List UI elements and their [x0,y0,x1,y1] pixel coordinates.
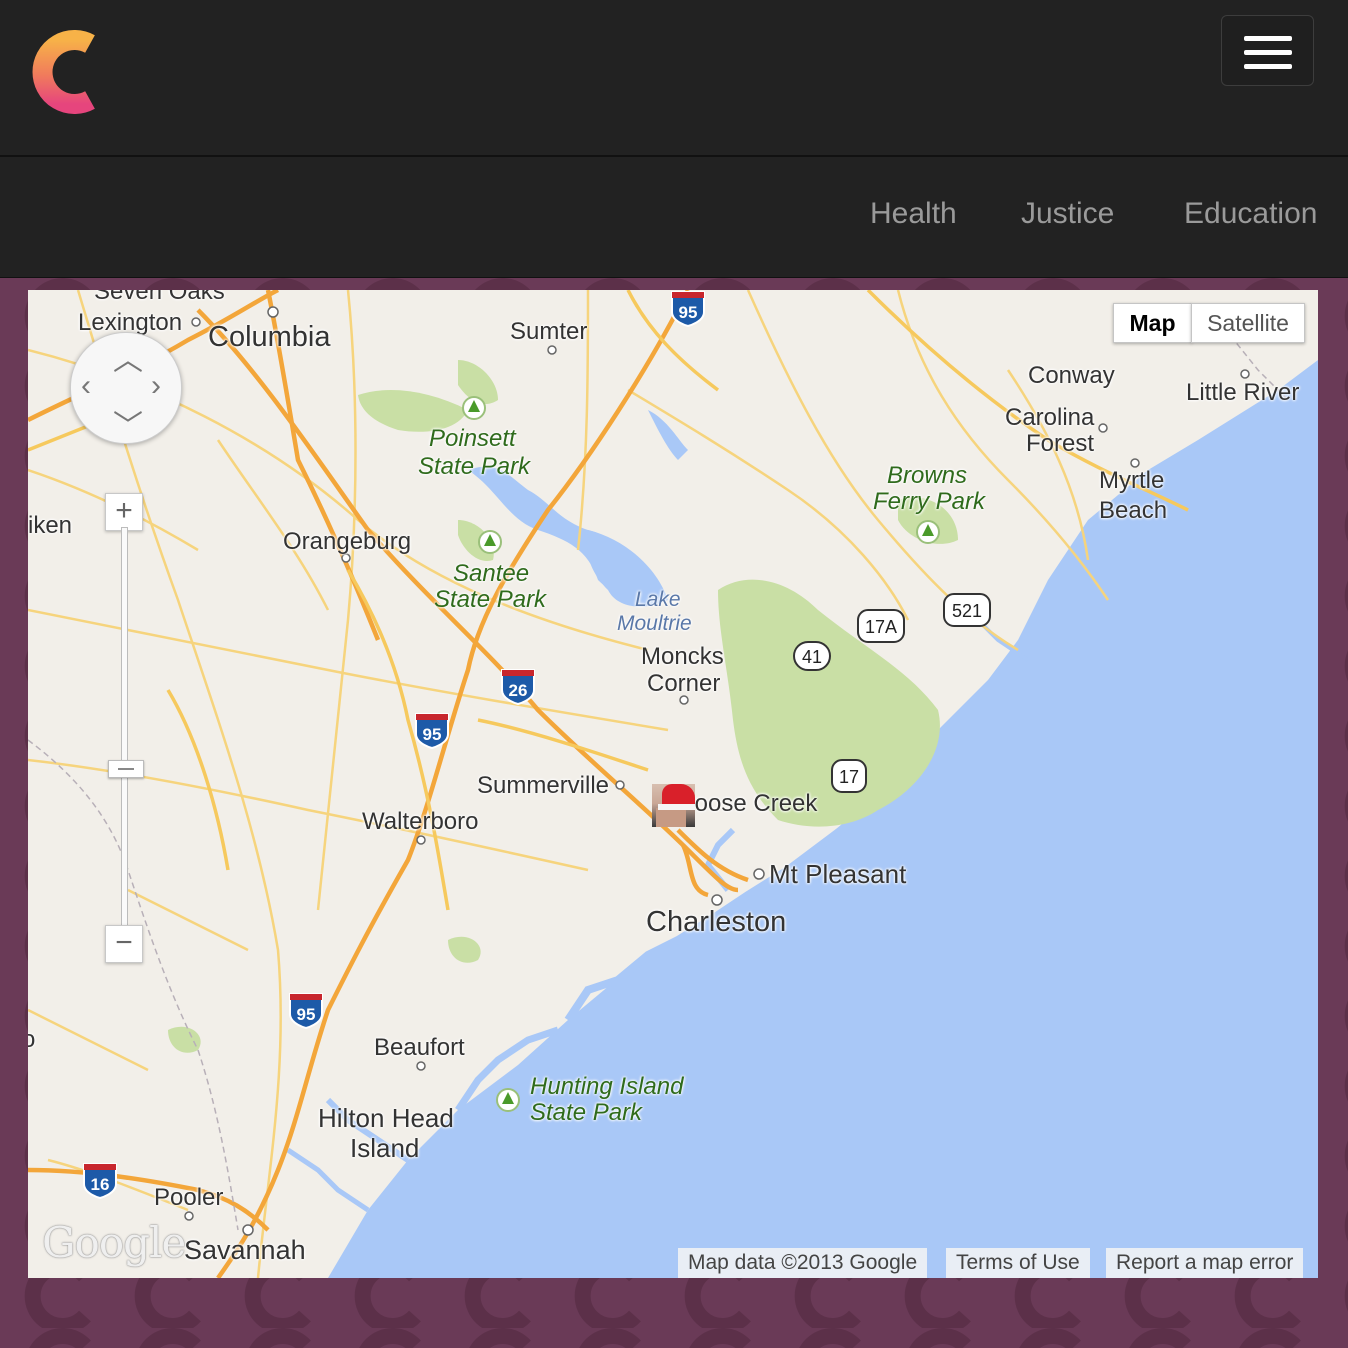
label-hunting-state-park: State Park [530,1099,643,1126]
label-santee: Santee [453,560,530,587]
svg-text:26: 26 [509,681,528,700]
label-island: Island [350,1133,420,1163]
i26-shield: 26 [501,669,535,706]
label-columbia: Columbia [208,321,331,353]
svg-text:16: 16 [91,1175,110,1194]
svg-text:95: 95 [423,725,442,744]
us17-shield: 17 [831,759,867,793]
nav-link-health[interactable]: Health [870,197,957,231]
label-santee-state-park: State Park [434,586,547,613]
i95-low-shield: 95 [289,993,323,1030]
hamburger-menu-button[interactable] [1221,15,1314,86]
label-forest: Forest [1026,430,1095,457]
label-ferry-park: Ferry Park [873,488,986,515]
nav-bar: Health Justice Education [0,157,1348,278]
zoom-in-button[interactable]: + [105,493,143,531]
label-beach: Beach [1099,497,1168,524]
label-poinsett-state-park: State Park [418,453,531,480]
map-data-attribution: Map data ©2013 Google [678,1248,928,1278]
hamburger-menu-icon [1244,36,1292,41]
label-beaufort: Beaufort [374,1034,465,1061]
label-conway: Conway [1028,362,1115,389]
us521-shield: 521 [943,593,991,627]
c-logo-icon[interactable] [28,30,96,114]
zoom-slider-track[interactable] [121,527,128,929]
label-seven-oaks: Seven Oaks [94,290,225,305]
zoom-out-button[interactable]: − [105,925,143,963]
label-carolina: Carolina [1005,404,1095,431]
pan-right-icon[interactable]: › [151,369,161,403]
label-sumter: Sumter [510,318,588,345]
i95-mid-shield: 95 [415,713,449,750]
label-walterboro: Walterboro [362,808,479,835]
label-pooler: Pooler [154,1184,224,1211]
us17a-shield: 17A [857,609,905,643]
label-charleston: Charleston [646,906,787,938]
map-type-map-button[interactable]: Map [1113,303,1192,343]
label-mt-pleasant: Mt Pleasant [769,859,907,889]
label-goose-creek: Goose Creek [676,790,818,817]
pan-down-icon[interactable]: ﹀ [113,401,143,445]
label-moultrie: Moultrie [617,612,692,635]
label-little-river: Little River [1186,379,1300,406]
pan-left-icon[interactable]: ‹ [81,369,91,403]
svg-text:17A: 17A [865,617,897,637]
label-lake: Lake [635,588,681,611]
svg-text:41: 41 [802,647,822,667]
sc41-shield: 41 [793,641,831,671]
map-type-satellite-button[interactable]: Satellite [1191,303,1305,343]
google-map[interactable]: 95 26 95 95 16 17A 521 17 41 Seven Oaks … [28,290,1318,1278]
nav-link-education[interactable]: Education [1184,197,1317,231]
label-savannah: Savannah [184,1235,306,1265]
svg-text:521: 521 [952,601,982,621]
label-corner: Corner [647,670,721,697]
label-moncks: Moncks [641,643,724,670]
svg-text:95: 95 [679,303,698,322]
pan-up-icon[interactable]: ︿ [113,335,143,379]
label-edge-o: o [28,1026,36,1053]
label-browns: Browns [887,462,968,489]
google-logo[interactable]: Google [42,1218,186,1267]
terms-of-use-link[interactable]: Terms of Use [946,1248,1090,1278]
report-map-error-link[interactable]: Report a map error [1106,1248,1304,1278]
zoom-slider-handle[interactable] [108,760,144,778]
i95-top-shield: 95 [671,291,705,328]
label-myrtle: Myrtle [1099,467,1165,494]
top-header [0,0,1348,157]
label-summerville: Summerville [477,772,610,799]
label-poinsett: Poinsett [429,425,516,452]
label-hunting-island: Hunting Island [530,1073,684,1100]
user-avatar-marker[interactable] [652,784,695,827]
pan-control[interactable]: ︿ ‹ › ﹀ [70,332,182,444]
svg-text:17: 17 [839,767,859,787]
label-orangeburg: Orangeburg [283,528,412,555]
label-hilton-head: Hilton Head [318,1103,454,1133]
i16-shield: 16 [83,1163,117,1200]
label-aiken: iken [28,512,73,539]
nav-link-justice[interactable]: Justice [1021,197,1114,231]
svg-text:95: 95 [297,1005,316,1024]
